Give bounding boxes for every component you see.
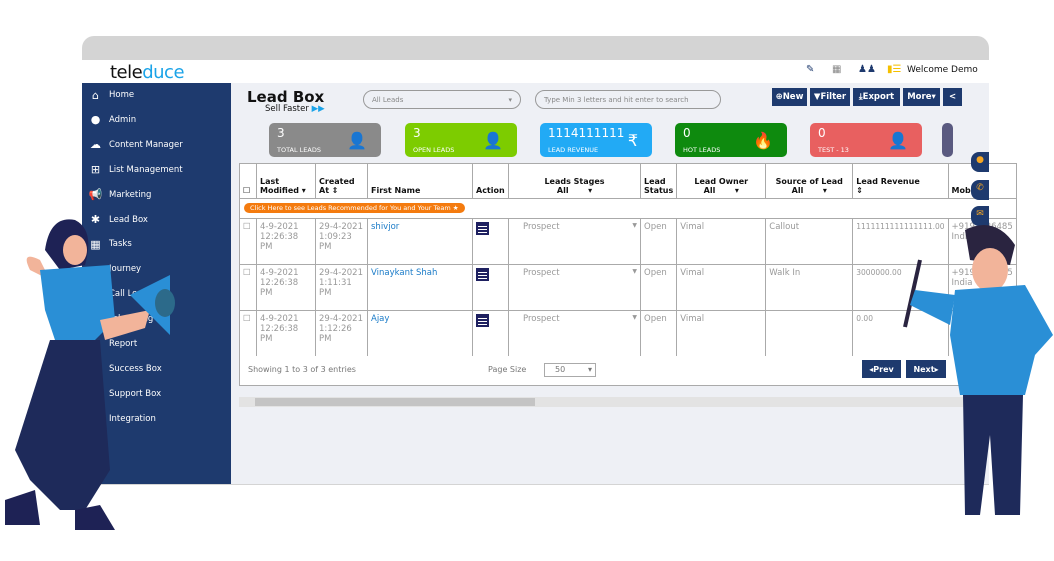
more-button[interactable]: More ▾ bbox=[903, 88, 940, 106]
cell-source: Walk In bbox=[765, 264, 854, 311]
sidebar-item-marketing[interactable]: 📢 Marketing bbox=[82, 185, 231, 205]
stat-card-hot-leads[interactable]: 0 HOT LEADS 🔥 bbox=[675, 123, 787, 157]
export-button[interactable]: ⤓ Export bbox=[853, 88, 900, 106]
cell-status: Open bbox=[639, 264, 678, 311]
filter-button[interactable]: ▼ Filter bbox=[810, 88, 850, 106]
share-button[interactable]: < bbox=[943, 88, 962, 106]
scrollbar-thumb[interactable] bbox=[255, 398, 535, 406]
sidebar-item-home[interactable]: ⌂ Home bbox=[82, 85, 231, 105]
search-input[interactable]: Type Min 3 letters and hit enter to sear… bbox=[535, 90, 721, 109]
recommended-leads-link[interactable]: Click Here to see Leads Recommended for … bbox=[244, 203, 465, 213]
megaphone-icon: 📢 bbox=[88, 188, 103, 202]
select-all-checkbox[interactable]: ☐ bbox=[239, 163, 257, 199]
cell-last-modified: 4-9-2021 12:26:38 PM bbox=[256, 264, 316, 311]
user-icon: ● bbox=[90, 113, 101, 127]
action-menu-icon[interactable] bbox=[476, 314, 489, 327]
cell-action bbox=[472, 264, 509, 311]
tag-icon[interactable]: ✎ bbox=[806, 64, 814, 75]
cell-last-modified: 4-9-2021 12:26:38 PM bbox=[256, 310, 316, 357]
chat-icon[interactable]: ● bbox=[971, 152, 989, 172]
flame-icon: 🔥 bbox=[753, 131, 773, 150]
stat-card-test-13[interactable]: 0 TEST - 13 👤 bbox=[810, 123, 922, 157]
entries-info: Showing 1 to 3 of 3 entries bbox=[248, 365, 356, 374]
sidebar-item-label: Marketing bbox=[109, 189, 152, 200]
cell-created-at: 29-4-2021 1:09:23 PM bbox=[315, 218, 368, 265]
sidebar-item-admin[interactable]: ● Admin bbox=[82, 110, 231, 130]
page-subtitle: Sell Faster ▶▶ bbox=[265, 104, 325, 114]
stat-card-total-leads[interactable]: 3 TOTAL LEADS 👤 bbox=[269, 123, 381, 157]
col-last-modified[interactable]: Last Modified ▾ bbox=[256, 163, 316, 199]
lead-stage-select[interactable]: Prospect ▼ bbox=[508, 264, 641, 311]
lead-name-link[interactable]: Vinaykant Shah bbox=[367, 264, 473, 311]
sidebar-item-label: List Management bbox=[109, 164, 183, 175]
phone-icon[interactable]: ✆ bbox=[971, 180, 989, 200]
col-first-name[interactable]: First Name bbox=[367, 163, 473, 199]
sitemap-icon: ⊞ bbox=[90, 163, 101, 177]
cell-owner: Vimal bbox=[676, 310, 767, 357]
cell-owner: Vimal bbox=[676, 264, 767, 311]
user-icon: 👤 bbox=[483, 131, 503, 150]
col-created-at[interactable]: Created At ⇕ bbox=[315, 163, 368, 199]
row-checkbox[interactable]: ☐ bbox=[239, 264, 257, 311]
welcome-user[interactable]: Welcome Demo bbox=[907, 65, 978, 75]
cell-status: Open bbox=[639, 310, 678, 357]
cell-owner: Vimal bbox=[676, 218, 767, 265]
action-menu-icon[interactable] bbox=[476, 268, 489, 281]
cell-action bbox=[472, 218, 509, 265]
cell-last-modified: 4-9-2021 12:26:38 PM bbox=[256, 218, 316, 265]
sidebar-item-label: Content Manager bbox=[109, 139, 183, 150]
database-icon[interactable]: ▦ bbox=[832, 64, 841, 75]
row-checkbox[interactable]: ☐ bbox=[239, 310, 257, 357]
col-lead-status: Lead Status bbox=[639, 163, 678, 199]
leads-filter-select[interactable]: All Leads ▾ bbox=[363, 90, 521, 109]
sidebar-item-list-management[interactable]: ⊞ List Management bbox=[82, 160, 231, 180]
team-icon[interactable]: ♟♟ bbox=[858, 64, 876, 75]
lead-stage-select[interactable]: Prospect ▼ bbox=[508, 218, 641, 265]
top-header bbox=[82, 60, 989, 83]
cloud-icon: ☁ bbox=[90, 138, 101, 152]
cell-source: Callout bbox=[765, 218, 854, 265]
stat-card-lead-revenue[interactable]: 1114111111 LEAD REVENUE ₹ bbox=[540, 123, 652, 157]
action-menu-icon[interactable] bbox=[476, 222, 489, 235]
lead-stage-select[interactable]: Prospect ▼ bbox=[508, 310, 641, 357]
sidebar-item-content-manager[interactable]: ☁ Content Manager bbox=[82, 135, 231, 155]
man-pointer-illustration bbox=[903, 225, 1053, 515]
page-size-label: Page Size bbox=[488, 365, 527, 374]
double-arrow-icon: ▶▶ bbox=[311, 104, 325, 114]
stat-card-partial[interactable] bbox=[942, 123, 953, 157]
col-source[interactable]: Source of Lead All ▾ bbox=[765, 163, 854, 199]
woman-megaphone-illustration bbox=[5, 219, 175, 530]
cell-created-at: 29-4-2021 1:11:31 PM bbox=[315, 264, 368, 311]
lead-name-link[interactable]: shivjor bbox=[367, 218, 473, 265]
sidebar-item-label: Home bbox=[109, 90, 135, 100]
user-icon: 👤 bbox=[347, 131, 367, 150]
cell-action bbox=[472, 310, 509, 357]
cell-status: Open bbox=[639, 218, 678, 265]
cell-created-at: 29-4-2021 1:12:26 PM bbox=[315, 310, 368, 357]
sidebar-item-label: Admin bbox=[109, 114, 137, 125]
new-button[interactable]: ⊕ New bbox=[772, 88, 807, 106]
rupee-icon: ₹ bbox=[627, 131, 638, 150]
lead-name-link[interactable]: Ajay bbox=[367, 310, 473, 357]
page-size-select[interactable]: 50 ▾ bbox=[544, 363, 596, 377]
col-lead-owner[interactable]: Lead Owner All ▾ bbox=[676, 163, 767, 199]
logo[interactable]: teleduce bbox=[110, 62, 185, 83]
cell-source bbox=[765, 310, 854, 357]
row-checkbox[interactable]: ☐ bbox=[239, 218, 257, 265]
col-leads-stages[interactable]: Leads Stages All ▾ bbox=[508, 163, 641, 199]
avatar[interactable]: ▮☰ bbox=[887, 64, 901, 75]
user-icon: 👤 bbox=[888, 131, 908, 150]
home-icon: ⌂ bbox=[92, 88, 99, 102]
col-lead-revenue[interactable]: Lead Revenue ⇕ bbox=[852, 163, 949, 199]
col-action: Action bbox=[472, 163, 509, 199]
stat-card-open-leads[interactable]: 3 OPEN LEADS 👤 bbox=[405, 123, 517, 157]
